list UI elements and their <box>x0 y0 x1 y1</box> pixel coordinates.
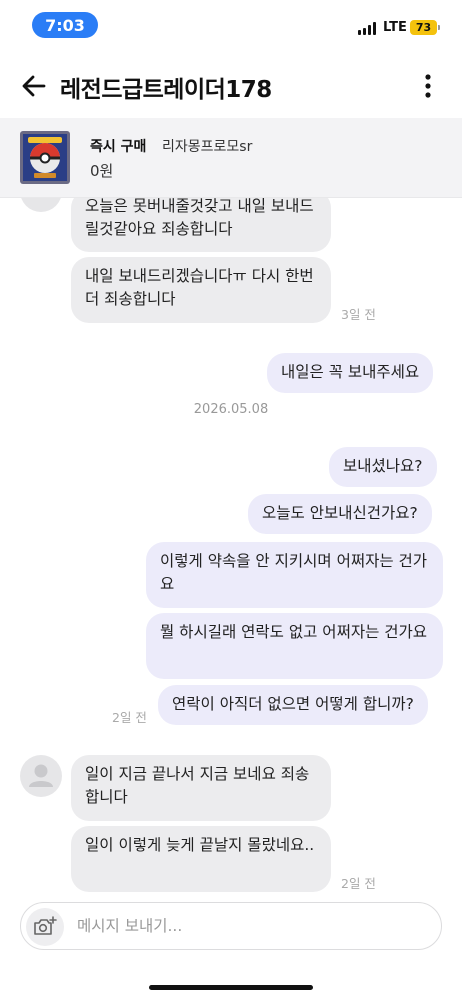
user-placeholder-icon <box>29 764 53 787</box>
camera-button[interactable] <box>26 908 64 946</box>
avatar <box>20 755 62 797</box>
battery-icon: 73 <box>410 20 440 35</box>
status-time: 7:03 <box>32 12 98 38</box>
date-separator: 2026.05.08 <box>193 402 269 417</box>
home-indicator <box>149 985 313 990</box>
camera-plus-icon <box>34 916 57 935</box>
message-outgoing: 연락이 아직더 없으면 어떻게 합니까? <box>158 685 428 725</box>
message-timestamp: 2일 전 <box>341 876 376 891</box>
signal-icon <box>358 22 376 35</box>
status-bar: 7:03 LTE 73 <box>0 0 462 50</box>
product-name: 리자몽프로모sr <box>162 139 253 155</box>
arrow-left-icon[interactable] <box>20 72 48 100</box>
chat-header: 레전드급트레이더178 <box>0 58 462 114</box>
message-outgoing: 내일은 꼭 보내주세요 <box>267 353 434 393</box>
message-incoming: 일이 지금 끝나서 지금 보네요 죄송합니다 <box>71 755 331 821</box>
message-timestamp: 2일 전 <box>112 710 147 725</box>
message-list[interactable]: 오늘은 못버내줄것갖고 내일 보내드릴것같아요 죄송합니다 내일 보내드리겠습니… <box>0 198 462 892</box>
message-incoming: 내일 보내드리겠습니다ㅠ 다시 한번 더 죄송합니다 <box>71 257 331 323</box>
purchase-type: 즉시 구매 <box>90 139 147 155</box>
message-timestamp: 3일 전 <box>341 307 376 322</box>
message-input[interactable] <box>77 903 427 949</box>
product-summary[interactable]: 즉시 구매 리자몽프로모sr 0원 <box>0 118 462 198</box>
network-label: LTE <box>383 20 407 35</box>
avatar <box>20 198 62 212</box>
message-incoming: 일이 이렇게 늦게 끝날지 몰랐네요.. <box>71 826 331 892</box>
vertical-dots-icon[interactable] <box>418 72 438 100</box>
message-incoming: 오늘은 못버내줄것갖고 내일 보내드릴것같아요 죄송합니다 <box>71 198 331 252</box>
message-outgoing: 보내셨나요? <box>329 447 437 487</box>
page-title: 레전드급트레이더178 <box>60 77 272 103</box>
message-outgoing: 이렇게 약속을 안 지키시며 어쩌자는 건가요 <box>146 542 443 608</box>
product-price: 0원 <box>90 162 114 180</box>
message-outgoing: 뭘 하시길래 연락도 없고 어쩌자는 건가요 <box>146 613 443 679</box>
message-composer <box>20 902 442 950</box>
message-outgoing: 오늘도 안보내신건가요? <box>248 494 432 534</box>
pokemon-card-image <box>20 131 70 184</box>
